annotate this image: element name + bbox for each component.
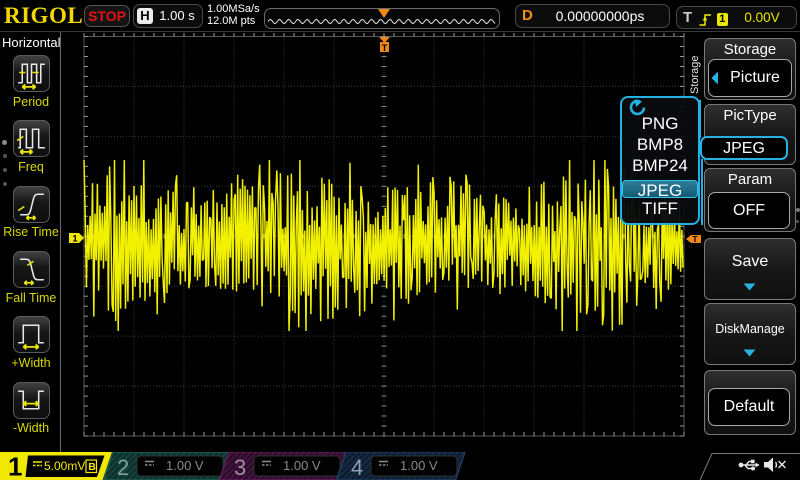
svg-text:1.00 V: 1.00 V [283,458,321,473]
svg-text:B: B [88,461,96,473]
svg-text:T: T [692,234,698,244]
svg-text:1: 1 [8,452,22,480]
svg-text:4: 4 [351,455,363,480]
svg-text:T: T [382,43,388,53]
svg-text:1.00 V: 1.00 V [166,458,204,473]
svg-text:1: 1 [72,234,78,245]
svg-text:3: 3 [234,455,246,480]
svg-text:5.00mV: 5.00mV [44,459,85,473]
svg-text:1.00 V: 1.00 V [400,458,438,473]
svg-text:2: 2 [117,455,129,480]
